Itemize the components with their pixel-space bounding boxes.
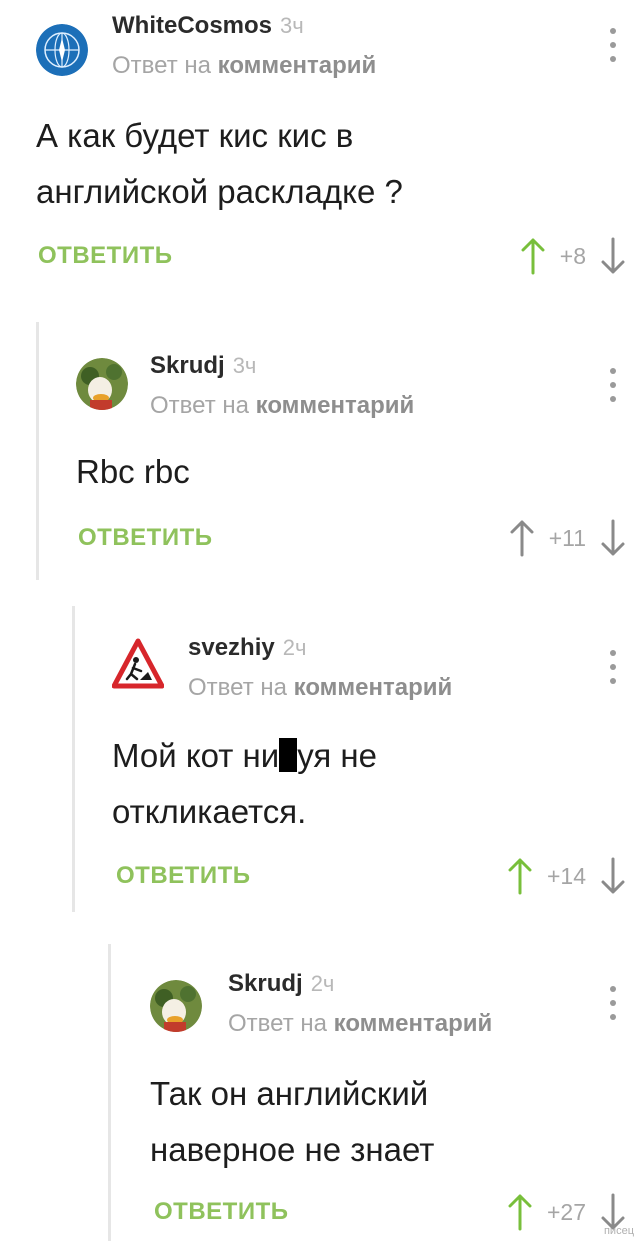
downvote-arrow-icon[interactable]: [600, 237, 626, 275]
more-menu-icon[interactable]: [608, 368, 618, 402]
reply-button[interactable]: ОТВЕТИТЬ: [78, 524, 213, 552]
reply-to-note: Ответ на комментарий: [150, 392, 414, 420]
comment-2: Skrudj 3ч Ответ на комментарий Rbc rbc ОТ…: [36, 322, 640, 580]
thread-line: [36, 322, 39, 580]
comment-time: 2ч: [310, 971, 335, 996]
vote-score: +11: [548, 524, 586, 551]
upvote-arrow-icon[interactable]: [507, 857, 533, 895]
vote-controls: +14: [507, 856, 626, 896]
reply-to-note: Ответ на комментарий: [188, 674, 452, 702]
reply-target-link[interactable]: комментарий: [294, 674, 453, 701]
more-menu-icon[interactable]: [608, 986, 618, 1020]
reply-prefix: Ответ на: [150, 392, 249, 419]
downvote-arrow-icon[interactable]: [600, 857, 626, 895]
reply-prefix: Ответ на: [112, 52, 211, 79]
comment-text: Мой кот ни уя не откликается.: [112, 728, 377, 840]
comment-1: WhiteCosmos 3ч Ответ на комментарий А как…: [0, 0, 640, 300]
reply-button[interactable]: ОТВЕТИТЬ: [38, 242, 173, 270]
comment-text: А как будет кис кис в английской расклад…: [36, 117, 403, 210]
comment-text: Так он английский наверное не знает: [150, 1075, 435, 1168]
comment-time: 3ч: [280, 13, 304, 38]
vote-score: +27: [546, 1198, 586, 1225]
comment-text: Rbc rbc: [76, 453, 190, 490]
more-menu-icon[interactable]: [608, 28, 618, 62]
author-name[interactable]: Skrudj: [228, 970, 303, 997]
reply-prefix: Ответ на: [228, 1010, 327, 1037]
comment-author[interactable]: WhiteCosmos 3ч: [112, 12, 304, 40]
reply-target-link[interactable]: комментарий: [256, 392, 415, 419]
censor-block: [279, 738, 298, 772]
comment-3: svezhiy 2ч Ответ на комментарий Мой кот н…: [72, 606, 640, 912]
author-name[interactable]: Skrudj: [150, 352, 225, 379]
duck-avatar[interactable]: [76, 358, 128, 410]
downvote-arrow-icon[interactable]: [600, 519, 626, 557]
reply-button[interactable]: ОТВЕТИТЬ: [116, 862, 251, 890]
duck-avatar[interactable]: [150, 980, 202, 1032]
reply-button[interactable]: ОТВЕТИТЬ: [154, 1198, 289, 1226]
vote-controls: +11: [509, 518, 626, 558]
upvote-arrow-icon[interactable]: [507, 1193, 533, 1231]
author-name[interactable]: svezhiy: [188, 634, 275, 661]
upvote-arrow-icon[interactable]: [509, 519, 535, 557]
reply-target-link[interactable]: комментарий: [218, 52, 377, 79]
vote-score: +8: [559, 242, 586, 269]
comment-4: Skrudj 2ч Ответ на комментарий Так он анг…: [108, 944, 640, 1241]
comment-author[interactable]: svezhiy 2ч: [188, 634, 306, 662]
reply-prefix: Ответ на: [188, 674, 287, 701]
author-name[interactable]: WhiteCosmos: [112, 12, 272, 39]
globe-avatar[interactable]: [36, 24, 88, 76]
reply-to-note: Ответ на комментарий: [112, 52, 376, 80]
comment-time: 3ч: [232, 353, 257, 378]
vote-controls: +8: [520, 236, 626, 276]
comment-time: 2ч: [282, 635, 307, 660]
reply-to-note: Ответ на комментарий: [228, 1010, 492, 1038]
thread-line: [72, 606, 75, 912]
vote-score: +14: [546, 862, 586, 889]
watermark: писец: [603, 1225, 634, 1237]
comment-text-part: Мой кот ни: [112, 737, 280, 774]
more-menu-icon[interactable]: [608, 650, 618, 684]
thread-line: [108, 944, 111, 1241]
comment-author[interactable]: Skrudj 2ч: [228, 970, 334, 998]
comment-author[interactable]: Skrudj 3ч: [150, 352, 256, 380]
upvote-arrow-icon[interactable]: [520, 237, 546, 275]
road-sign-avatar[interactable]: [112, 638, 164, 690]
reply-target-link[interactable]: комментарий: [334, 1010, 493, 1037]
